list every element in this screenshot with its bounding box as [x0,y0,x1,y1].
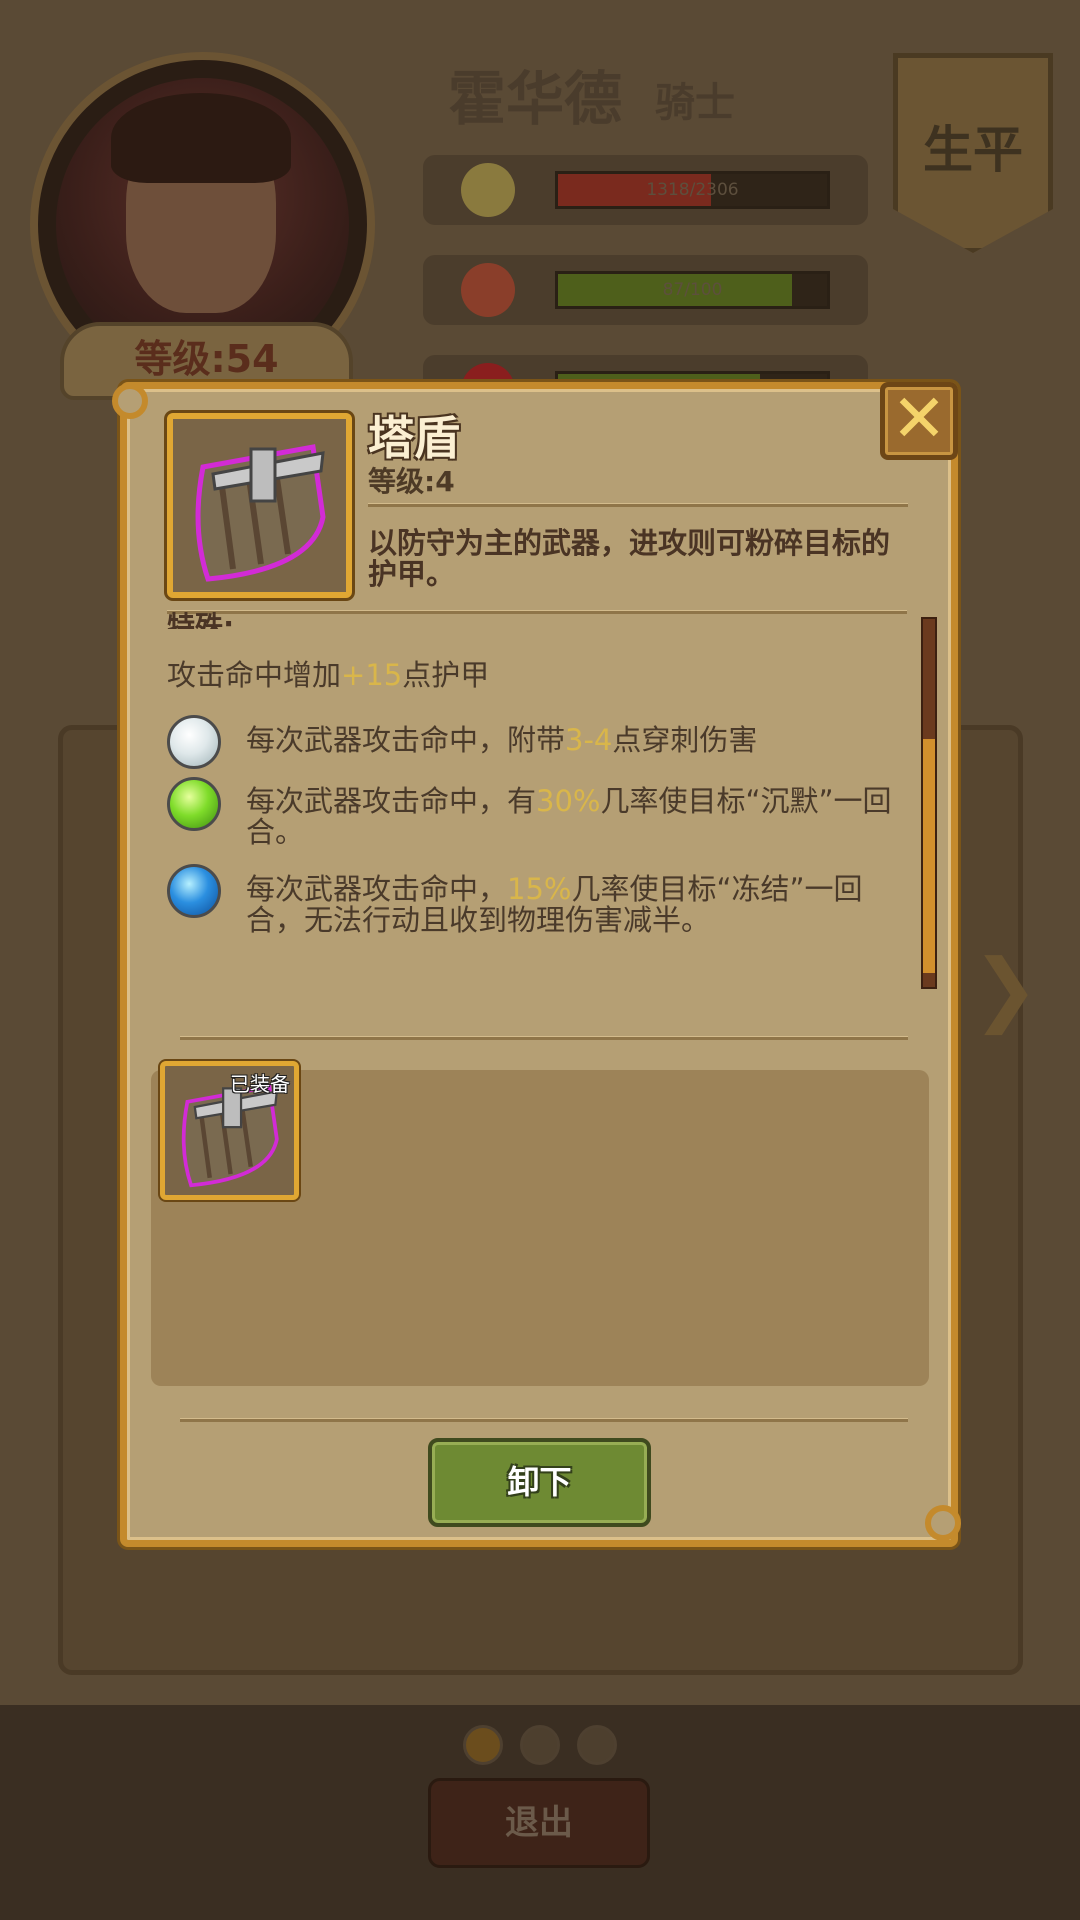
divider [180,1418,908,1422]
equipped-item-slot[interactable]: 已装备 [160,1061,299,1200]
effect-value: +15 [341,658,403,692]
item-name: 塔盾 [368,411,460,465]
divider [180,1036,908,1040]
tower-shield-icon [195,444,326,582]
effect-value: 3-4 [565,723,613,757]
divider [167,610,907,614]
equipped-tag: 已装备 [230,1072,290,1096]
divider [368,503,908,507]
blue-gem-icon [167,864,221,918]
exit-button[interactable]: 退出 [428,1778,650,1868]
page-dot-1[interactable] [463,1725,503,1765]
scrollbar-thumb[interactable] [923,739,935,973]
item-description: 以防守为主的武器，进攻则可粉碎目标的护甲。 [368,526,891,591]
biography-label: 生平 [923,121,1023,179]
experience-bar: 1318/2306 [555,171,830,209]
effect-text: 每次武器攻击命中， [246,872,508,906]
hero-class: 骑士 [655,80,735,126]
effect-text: 攻击命中增加 [167,658,342,692]
hunger-bar: 87/100 [555,271,830,309]
white-gem-icon [167,715,221,769]
stat-hunger: 87/100 [423,255,868,325]
close-button[interactable]: ✕ [880,382,958,460]
page-dot-2[interactable] [520,1725,560,1765]
hunger-value: 87/100 [662,280,723,300]
hero-name: 霍华德 [448,65,623,133]
effect-value: 30% [536,784,601,818]
unequip-button[interactable]: 卸下 [428,1438,651,1527]
stomach-icon [461,263,515,317]
gem-effect-2: 每次武器攻击命中，有30%几率使目标“沉默”一回合。 [246,786,906,848]
portrait-hair [111,93,291,183]
experience-value: 1318/2306 [646,180,739,200]
item-image-frame [167,413,352,598]
effect-value: 15% [507,872,572,906]
corner-ornament-icon [112,383,148,419]
effect-text: 点穿刺伤害 [612,723,758,757]
green-gem-icon [167,777,221,831]
gem-effect-1: 每次武器攻击命中，附带3-4点穿刺伤害 [246,725,906,756]
stat-experience: 1318/2306 [423,155,868,225]
effect-text: 每次武器攻击命中，有 [246,784,537,818]
medal-icon [461,163,515,217]
special-label: 特殊: [167,610,235,629]
effect-text: 每次武器攻击命中，附带 [246,723,566,757]
gem-effect-3: 每次武器攻击命中，15%几率使目标“冻结”一回合，无法行动且收到物理伤害减半。 [246,874,906,936]
base-effect: 攻击命中增加+15点护甲 [167,660,887,691]
corner-ornament-icon [925,1505,961,1541]
next-arrow-icon[interactable]: ❯ [972,942,1039,1035]
effect-text: 点护甲 [402,658,490,692]
effects-scrollbar[interactable] [921,617,937,989]
item-level: 等级:4 [368,465,455,498]
page-dot-3[interactable] [577,1725,617,1765]
